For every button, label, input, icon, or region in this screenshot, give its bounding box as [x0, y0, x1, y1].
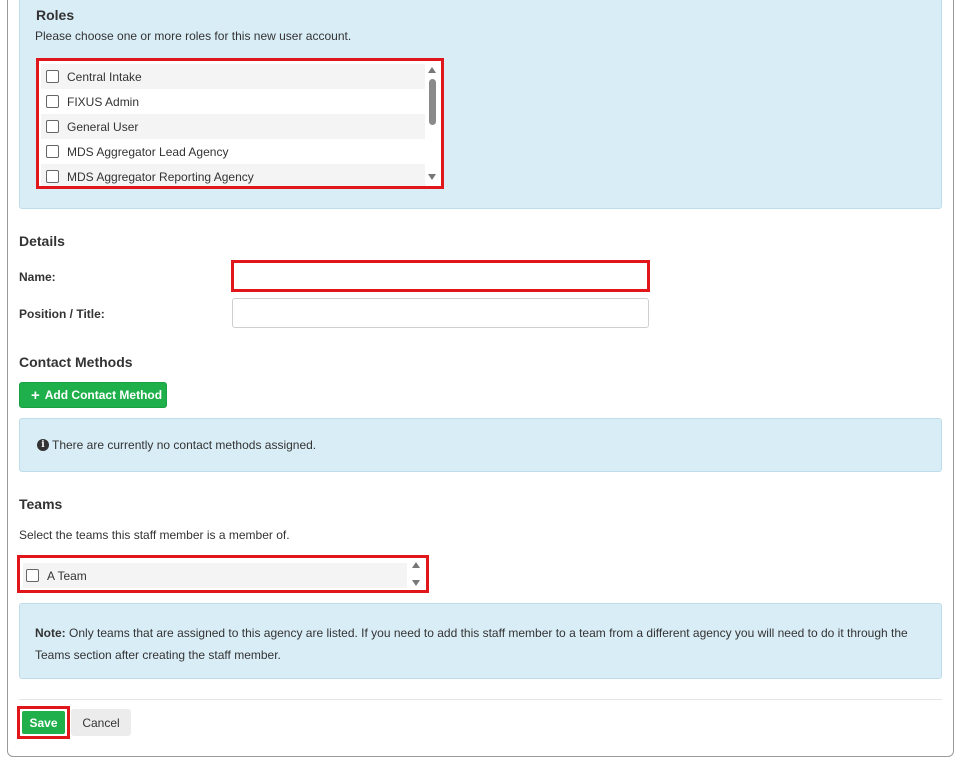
role-option-label: Central Intake — [67, 69, 142, 84]
save-button[interactable]: Save — [22, 711, 65, 734]
role-checkbox[interactable] — [46, 120, 59, 133]
details-heading: Details — [19, 233, 65, 249]
name-label: Name: — [19, 270, 56, 284]
plus-icon: + — [31, 386, 40, 404]
team-checkbox[interactable] — [26, 569, 39, 582]
team-option-a-team[interactable]: A Team — [23, 563, 407, 588]
teams-description: Select the teams this staff member is a … — [19, 528, 290, 542]
roles-listbox[interactable]: Central Intake FIXUS Admin General User … — [36, 58, 444, 189]
roles-scrollbar[interactable] — [425, 63, 439, 184]
scrollbar-thumb[interactable] — [429, 79, 436, 125]
role-option-fixus-admin[interactable]: FIXUS Admin — [41, 89, 426, 114]
add-contact-method-button[interactable]: + Add Contact Method — [19, 382, 167, 408]
arrow-up-icon[interactable] — [412, 562, 420, 568]
role-checkbox[interactable] — [46, 145, 59, 158]
arrow-down-icon[interactable] — [428, 174, 436, 180]
role-checkbox[interactable] — [46, 95, 59, 108]
contact-methods-heading: Contact Methods — [19, 354, 133, 370]
teams-note: Note: Only teams that are assigned to th… — [19, 603, 942, 679]
info-circle-icon: i — [37, 439, 49, 451]
team-option-label: A Team — [47, 568, 87, 583]
arrow-up-icon[interactable] — [428, 67, 436, 73]
role-option-label: General User — [67, 119, 139, 134]
no-contact-methods-message: There are currently no contact methods a… — [52, 438, 317, 452]
divider — [19, 699, 942, 700]
role-checkbox[interactable] — [46, 170, 59, 183]
role-option-label: FIXUS Admin — [67, 94, 140, 109]
cancel-button[interactable]: Cancel — [71, 709, 131, 736]
save-button-highlight: Save — [17, 706, 70, 739]
teams-heading: Teams — [19, 496, 63, 512]
roles-title: Roles — [36, 7, 75, 23]
teams-listbox[interactable]: A Team — [17, 555, 429, 593]
position-input[interactable] — [232, 298, 649, 328]
contact-methods-info: i There are currently no contact methods… — [19, 418, 942, 472]
name-input[interactable] — [231, 260, 650, 292]
role-option-mds-aggregator-reporting-agency[interactable]: MDS Aggregator Reporting Agency — [41, 164, 426, 186]
arrow-down-icon[interactable] — [412, 580, 420, 586]
role-checkbox[interactable] — [46, 70, 59, 83]
note-body: Only teams that are assigned to this age… — [35, 626, 908, 662]
roles-panel: Roles Please choose one or more roles fo… — [19, 0, 942, 209]
teams-note-text: Note: Only teams that are assigned to th… — [35, 622, 930, 666]
role-option-general-user[interactable]: General User — [41, 114, 426, 139]
note-label: Note: — [35, 626, 66, 640]
teams-scrollbar[interactable] — [409, 560, 423, 588]
role-option-label: MDS Aggregator Lead Agency — [67, 144, 229, 159]
add-contact-method-label: Add Contact Method — [44, 388, 163, 402]
role-option-mds-aggregator-lead-agency[interactable]: MDS Aggregator Lead Agency — [41, 139, 426, 164]
role-option-label: MDS Aggregator Reporting Agency — [67, 169, 254, 184]
role-option-central-intake[interactable]: Central Intake — [41, 64, 426, 89]
roles-description: Please choose one or more roles for this… — [35, 29, 352, 43]
position-label: Position / Title: — [19, 307, 105, 321]
